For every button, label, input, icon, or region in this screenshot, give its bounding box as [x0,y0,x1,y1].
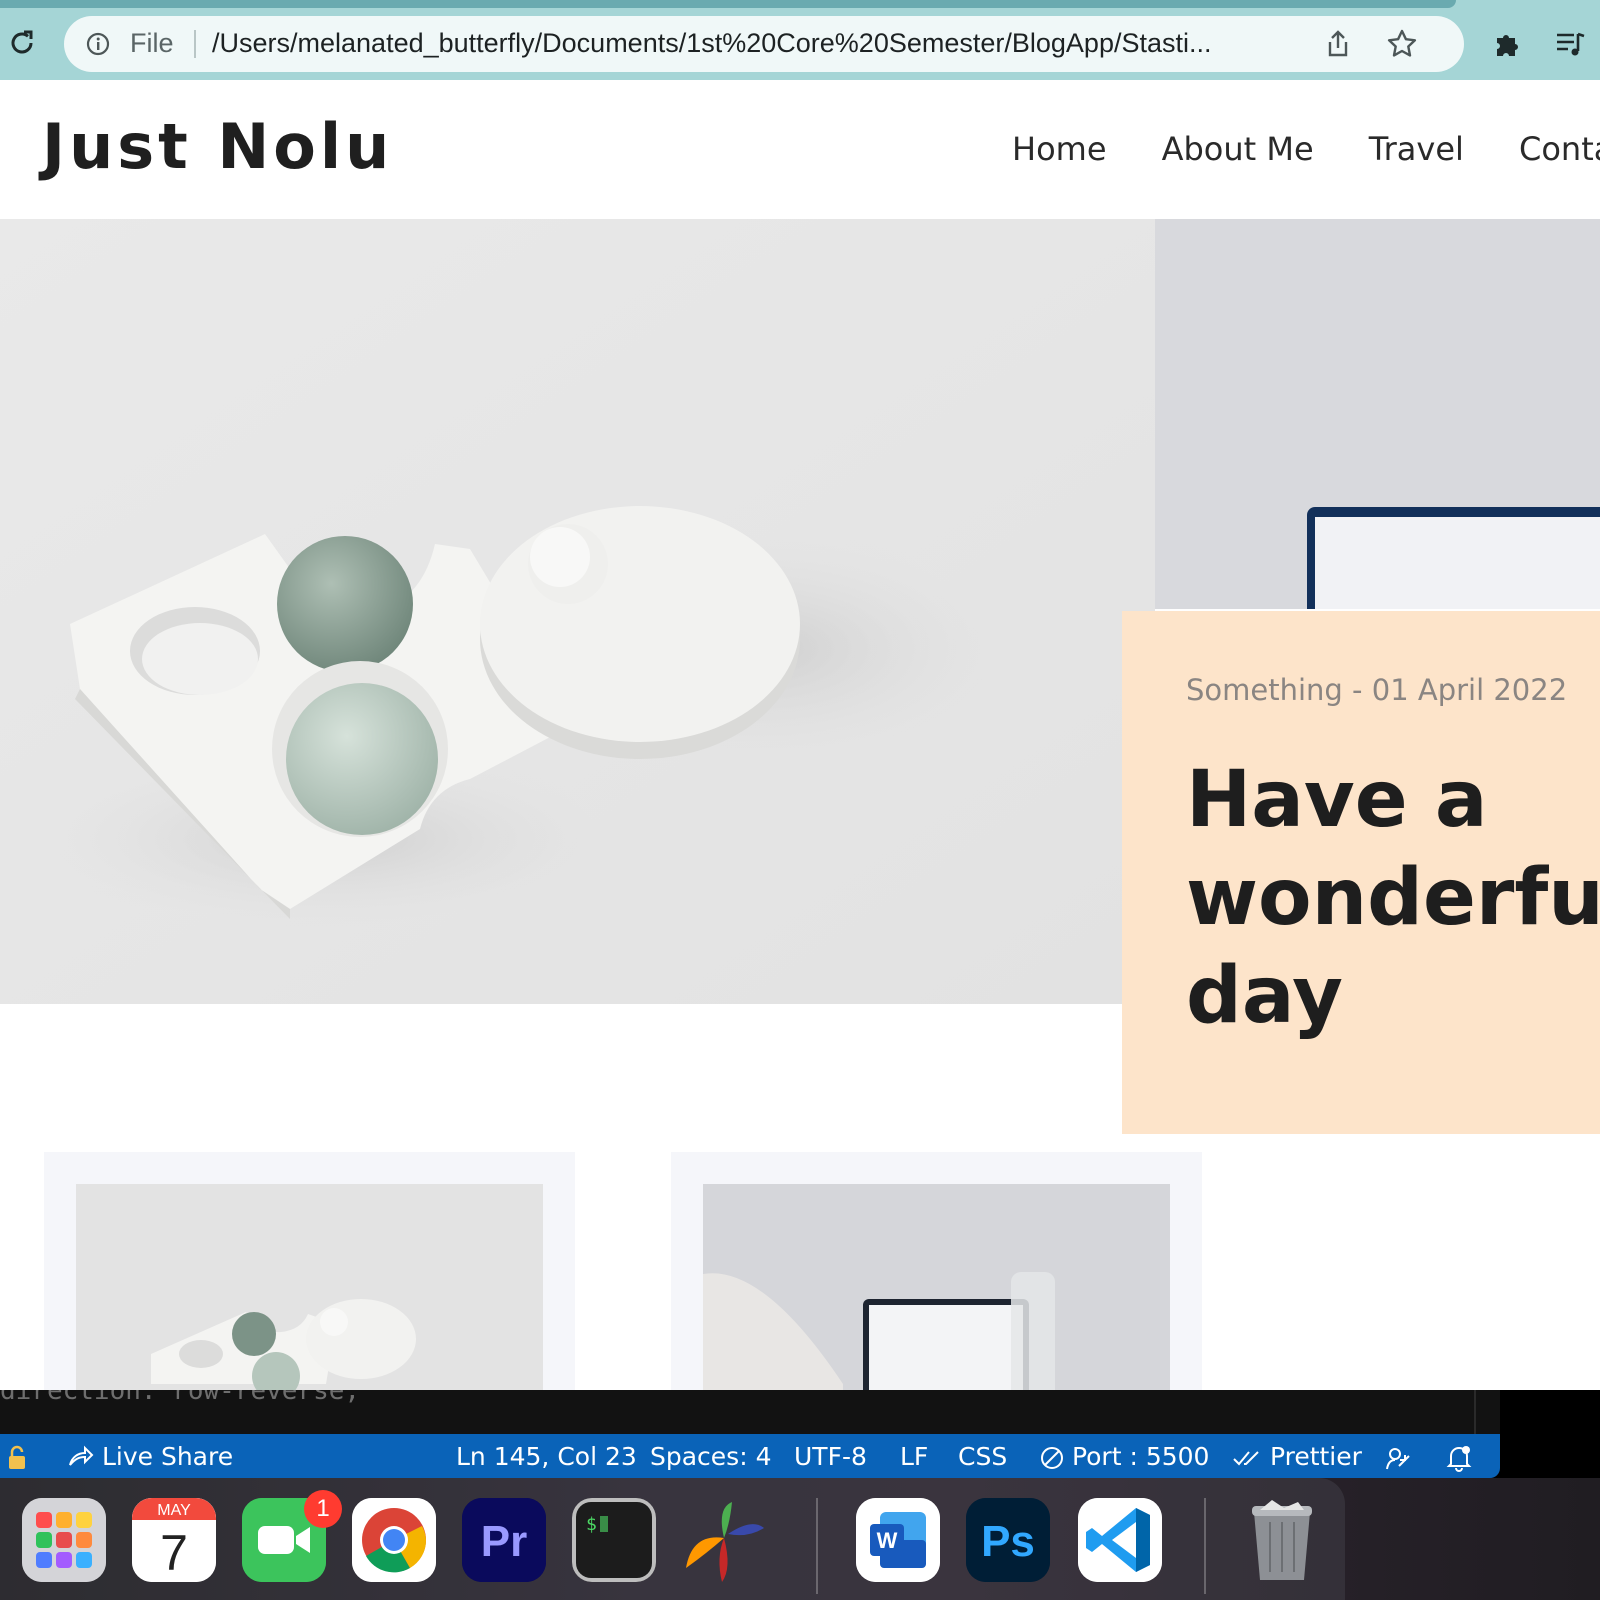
prettier-label: Prettier [1269,1442,1362,1471]
vscode-app-icon[interactable] [1078,1498,1162,1582]
hero-sculpture-photo [0,219,1155,1004]
facetime-notification-badge: 1 [304,1490,342,1528]
davinci-resolve-app-icon[interactable] [682,1498,766,1582]
end-of-line[interactable]: LF [900,1442,928,1471]
remote-lock-icon[interactable] [6,1442,28,1471]
premiere-pro-app-icon[interactable]: Pr [462,1498,546,1582]
live-share-label: Live Share [101,1442,234,1471]
code-editor-strip: direction: row-reverse; [0,1390,1500,1434]
featured-post-card[interactable]: Something - 01 April 2022 Have a wonderf… [1122,611,1600,1134]
post-card-2-thumbnail[interactable] [703,1184,1170,1390]
hero-image-secondary [1155,219,1600,609]
live-share-button[interactable]: Live Share [66,1442,233,1471]
hero-image [0,219,1155,1004]
prettier-status[interactable]: Prettier [1232,1442,1362,1471]
live-share-icon [69,1445,94,1466]
word-app-icon[interactable]: W [856,1498,940,1582]
post-title-line-1: Have a [1186,755,1488,845]
notifications-bell-icon[interactable] [1446,1442,1472,1472]
calendar-month: MAY [157,1502,191,1519]
post-title-line-2: wonderful [1186,853,1600,943]
bookmark-star-icon[interactable] [1386,28,1418,60]
browser-toolbar: File /Users/melanated_butterfly/Document… [0,0,1600,80]
port-label: Port : 5500 [1071,1442,1210,1471]
cursor-position[interactable]: Ln 145, Col 23 [456,1442,637,1471]
word-label: W [877,1528,898,1553]
premiere-label: Pr [481,1517,527,1566]
terminal-app-icon[interactable]: $ [572,1498,656,1582]
address-divider [194,30,196,58]
feedback-icon[interactable] [1384,1442,1412,1472]
extensions-puzzle-icon[interactable] [1492,28,1524,60]
editor-scrollbar[interactable] [1474,1390,1500,1434]
laptop-photo [1155,219,1600,609]
calendar-day: 7 [160,1525,188,1581]
double-check-icon [1233,1451,1259,1466]
post-title-line-3: day [1186,951,1343,1041]
editor-side-area [1500,1390,1600,1478]
dock-separator-2 [1204,1498,1206,1594]
reload-icon[interactable] [6,27,38,59]
post-meta: Something - 01 April 2022 [1186,673,1568,707]
nav-about-me[interactable]: About Me [1162,130,1314,168]
url-text[interactable]: /Users/melanated_butterfly/Documents/1st… [212,28,1382,59]
nav-travel[interactable]: Travel [1369,130,1464,168]
calendar-app-icon[interactable]: MAY 7 [132,1498,216,1582]
nav-home[interactable]: Home [1012,130,1107,168]
code-line: direction: row-reverse; [0,1390,361,1406]
share-icon[interactable] [1322,28,1354,60]
chrome-app-icon[interactable] [352,1498,436,1582]
scheme-label: File [130,28,174,58]
photoshop-label: Ps [981,1517,1035,1566]
nav-contact[interactable]: Contac [1519,130,1600,168]
post-card-2[interactable] [671,1152,1202,1390]
photoshop-app-icon[interactable]: Ps [966,1498,1050,1582]
sculpture-thumbnail [76,1184,543,1390]
post-title[interactable]: Have a wonderful day [1186,751,1600,1045]
live-server-port[interactable]: Port : 5500 [1040,1442,1209,1471]
launchpad-icon[interactable] [22,1498,106,1582]
web-page: Just Nolu Home About Me Travel Contac [0,80,1600,1390]
info-icon[interactable] [86,32,110,56]
language-mode[interactable]: CSS [958,1442,1007,1471]
tab-strip [0,0,1456,8]
trash-icon[interactable] [1240,1498,1324,1582]
file-encoding[interactable]: UTF-8 [794,1442,867,1471]
media-queue-icon[interactable] [1554,28,1586,60]
address-bar[interactable]: File /Users/melanated_butterfly/Document… [64,16,1464,72]
no-entry-icon [1041,1447,1063,1469]
site-nav: Home About Me Travel Contac [1012,130,1600,168]
site-logo[interactable]: Just Nolu [42,110,393,183]
post-card-1-thumbnail[interactable] [76,1184,543,1390]
indentation-setting[interactable]: Spaces: 4 [650,1442,771,1471]
dock-separator [816,1498,818,1594]
site-header: Just Nolu Home About Me Travel Contac [0,80,1600,219]
post-card-1[interactable] [44,1152,575,1390]
terminal-prompt: $ [586,1514,597,1535]
vscode-status-bar: Live Share Ln 145, Col 23 Spaces: 4 UTF-… [0,1434,1500,1478]
laptop-thumbnail [703,1184,1170,1390]
